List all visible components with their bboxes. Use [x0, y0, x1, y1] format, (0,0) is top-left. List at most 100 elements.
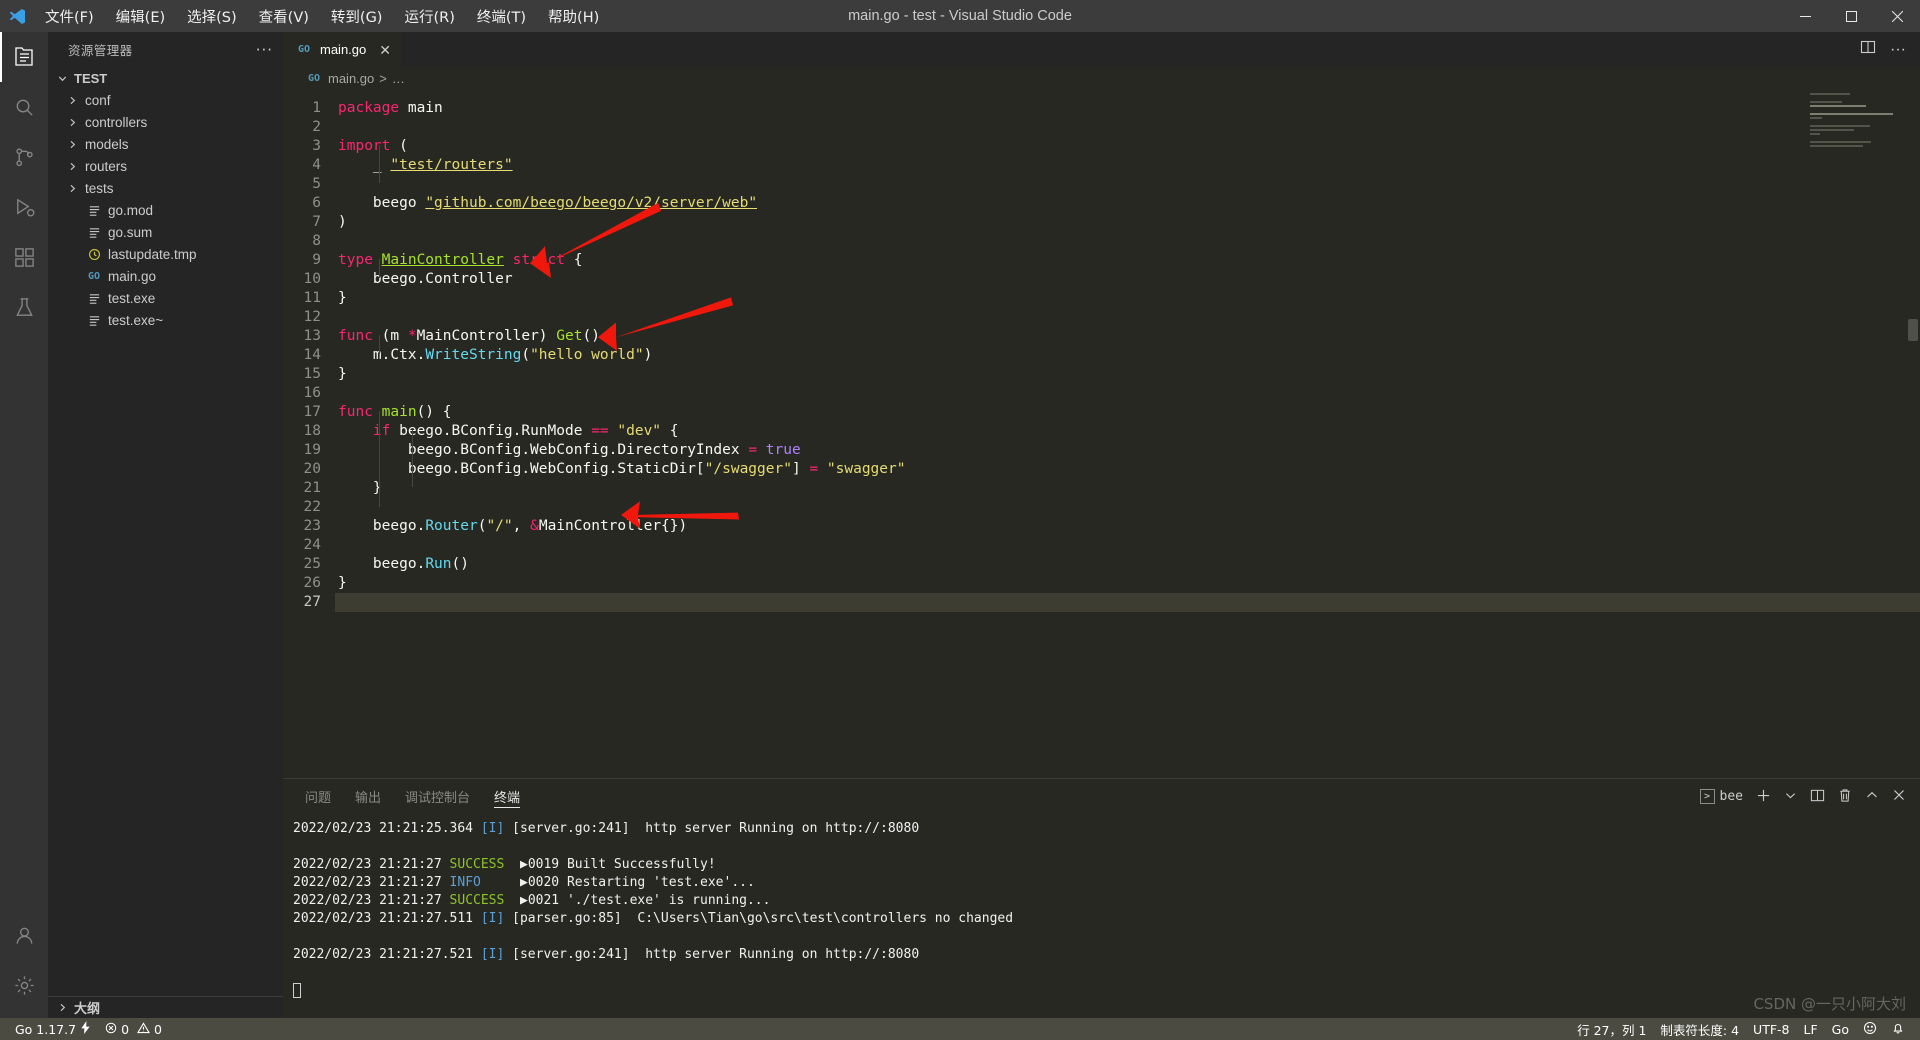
tree-item-main-go[interactable]: GO main.go [48, 265, 283, 287]
sidebar-more-actions-icon[interactable]: ··· [256, 41, 273, 59]
minimize-button[interactable] [1782, 0, 1828, 32]
code-line[interactable] [335, 232, 1920, 251]
activity-explorer[interactable] [0, 32, 48, 82]
line-number: 20 [303, 461, 321, 477]
activity-search[interactable] [0, 82, 48, 132]
code-line[interactable]: beego "github.com/beego/beego/v2/server/… [335, 194, 1920, 213]
code-line[interactable] [335, 308, 1920, 327]
code-line[interactable] [335, 384, 1920, 403]
more-actions-icon[interactable]: ··· [1890, 41, 1906, 57]
code-content[interactable]: package main import ( _ "test/routers" b… [335, 89, 1920, 778]
chevron-up-icon[interactable] [1865, 788, 1879, 805]
line-number: 2 [312, 119, 321, 135]
tab-problems[interactable]: 问题 [293, 779, 343, 814]
menu-terminal[interactable]: 终端(T) [466, 2, 537, 31]
breadcrumb-symbol[interactable]: … [392, 71, 405, 86]
code-line[interactable]: import ( [335, 137, 1920, 156]
status-bar-right: 行 27，列 1 制表符长度: 4 UTF-8 LF Go [1570, 1018, 1912, 1040]
code-line[interactable]: package main [335, 99, 1920, 118]
code-line[interactable]: } [335, 479, 1920, 498]
tab-debug-console[interactable]: 调试控制台 [393, 779, 482, 814]
tree-item-test-exe[interactable]: test.exe [48, 287, 283, 309]
activity-accounts[interactable] [0, 910, 48, 960]
minimap[interactable] [1810, 93, 1906, 163]
code-line[interactable] [335, 593, 1920, 612]
status-cursor-position[interactable]: 行 27，列 1 [1570, 1018, 1653, 1040]
activity-run-debug[interactable] [0, 182, 48, 232]
code-line[interactable]: if beego.BConfig.RunMode == "dev" { [335, 422, 1920, 441]
menu-go[interactable]: 转到(G) [320, 2, 394, 31]
activity-extensions[interactable] [0, 232, 48, 282]
tree-item-go-mod[interactable]: go.mod [48, 199, 283, 221]
tab-terminal[interactable]: 终端 [482, 779, 532, 814]
tree-item-controllers[interactable]: controllers [48, 111, 283, 133]
code-line[interactable]: beego.BConfig.WebConfig.StaticDir["/swag… [335, 460, 1920, 479]
tree-item-models[interactable]: models [48, 133, 283, 155]
close-icon[interactable]: ✕ [379, 43, 391, 57]
status-feedback[interactable] [1856, 1018, 1884, 1040]
terminal-icon: > [1699, 789, 1715, 804]
tree-item-test-exe-backup[interactable]: test.exe~ [48, 309, 283, 331]
code-line[interactable]: } [335, 289, 1920, 308]
breadcrumb-file[interactable]: main.go [328, 71, 374, 86]
code-area[interactable]: 1 2 3 4 5 6 7 8 9 10 11 12 13 14 15 16 17 18 19 20 21 22 23 24 2… [283, 89, 1920, 778]
chevron-down-icon[interactable] [1784, 789, 1797, 805]
status-eol[interactable]: LF [1797, 1018, 1825, 1040]
scrollbar-decoration[interactable] [1908, 319, 1918, 341]
status-go-version[interactable]: Go 1.17.7 [8, 1018, 98, 1040]
menu-edit[interactable]: 编辑(E) [105, 2, 176, 31]
code-line[interactable]: } [335, 574, 1920, 593]
terminal-selector[interactable]: > bee [1699, 789, 1743, 804]
close-icon[interactable] [1892, 788, 1906, 805]
tree-item-routers[interactable]: routers [48, 155, 283, 177]
tab-output[interactable]: 输出 [343, 779, 393, 814]
status-notifications[interactable] [1884, 1018, 1912, 1040]
code-line[interactable]: m.Ctx.WriteString("hello world") [335, 346, 1920, 365]
activity-testing[interactable] [0, 282, 48, 332]
status-language-mode[interactable]: Go [1825, 1018, 1856, 1040]
code-line[interactable]: beego.Controller [335, 270, 1920, 289]
code-line[interactable] [335, 536, 1920, 555]
code-line[interactable]: beego.Run() [335, 555, 1920, 574]
close-button[interactable] [1874, 0, 1920, 32]
terminal-text: 2022/02/23 21:21:27 [293, 875, 450, 890]
breadcrumb-separator: > [379, 70, 387, 86]
activity-settings[interactable] [0, 960, 48, 1010]
new-terminal-icon[interactable] [1756, 788, 1771, 806]
split-editor-icon[interactable] [1860, 39, 1876, 60]
tree-item-conf[interactable]: conf [48, 89, 283, 111]
code-line[interactable]: func main() { [335, 403, 1920, 422]
code-line[interactable]: func (m *MainController) Get() { [335, 327, 1920, 346]
activity-source-control[interactable] [0, 132, 48, 182]
code-line[interactable] [335, 498, 1920, 517]
trash-icon[interactable] [1838, 788, 1852, 806]
tree-root-test[interactable]: TEST [48, 67, 283, 89]
sidebar-outline-section[interactable]: 大纲 [48, 996, 283, 1018]
split-terminal-icon[interactable] [1810, 788, 1825, 806]
tree-item-tests[interactable]: tests [48, 177, 283, 199]
code-token: "/" [486, 518, 513, 534]
code-line[interactable] [335, 175, 1920, 194]
tab-main-go[interactable]: GO main.go ✕ [283, 32, 402, 67]
editor-canvas[interactable]: 1 2 3 4 5 6 7 8 9 10 11 12 13 14 15 16 17 18 19 20 21 22 23 24 2… [283, 89, 1920, 778]
tree-item-go-sum[interactable]: go.sum [48, 221, 283, 243]
terminal-text: 2022/02/23 21:21:27 [293, 857, 450, 872]
menu-select[interactable]: 选择(S) [176, 2, 248, 31]
code-line[interactable] [335, 118, 1920, 137]
menu-help[interactable]: 帮助(H) [537, 2, 610, 31]
code-line[interactable]: _ "test/routers" [335, 156, 1920, 175]
menu-view[interactable]: 查看(V) [248, 2, 320, 31]
status-problems[interactable]: 0 0 [98, 1018, 169, 1040]
menu-run[interactable]: 运行(R) [393, 2, 465, 31]
status-indentation[interactable]: 制表符长度: 4 [1653, 1018, 1746, 1040]
tree-item-lastupdate-tmp[interactable]: lastupdate.tmp [48, 243, 283, 265]
terminal-output[interactable]: 2022/02/23 21:21:25.364 [I] [server.go:2… [283, 814, 1920, 1018]
code-line[interactable]: ) [335, 213, 1920, 232]
code-line[interactable]: beego.Router("/", &MainController{}) [335, 517, 1920, 536]
code-line[interactable]: beego.BConfig.WebConfig.DirectoryIndex =… [335, 441, 1920, 460]
code-line[interactable]: } [335, 365, 1920, 384]
maximize-button[interactable] [1828, 0, 1874, 32]
status-encoding[interactable]: UTF-8 [1746, 1018, 1796, 1040]
code-line[interactable]: type MainController struct { [335, 251, 1920, 270]
menu-file[interactable]: 文件(F) [34, 2, 105, 31]
